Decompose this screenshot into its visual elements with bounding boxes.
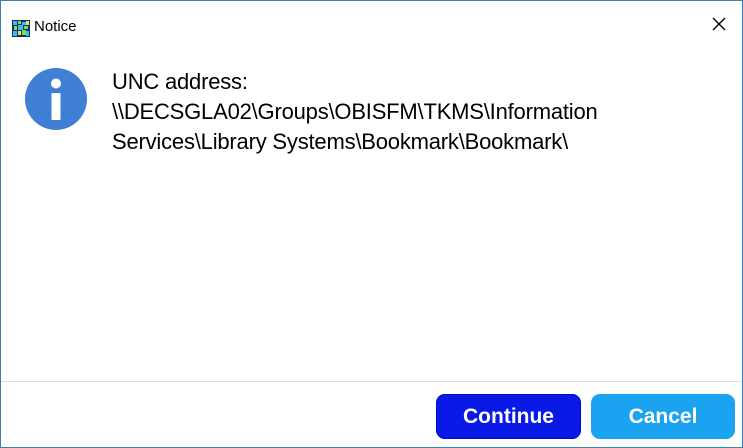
notice-dialog: Notice UNC address: \\DECSGLA02\Groups\O…: [0, 0, 743, 448]
dialog-content: UNC address: \\DECSGLA02\Groups\OBISFM\T…: [1, 47, 742, 381]
button-bar: Continue Cancel: [1, 382, 742, 447]
continue-button[interactable]: Continue: [436, 394, 581, 439]
message-line: Services\Library Systems\Bookmark\Bookma…: [112, 129, 568, 154]
message-line: UNC address:: [112, 69, 248, 94]
window-title: Notice: [34, 18, 77, 35]
cancel-button[interactable]: Cancel: [591, 394, 735, 439]
message-text: UNC address: \\DECSGLA02\Groups\OBISFM\T…: [112, 67, 732, 157]
title-bar[interactable]: Notice: [1, 1, 742, 47]
info-icon: [24, 67, 88, 131]
message-line: \\DECSGLA02\Groups\OBISFM\TKMS\Informati…: [112, 99, 598, 124]
app-icon: [12, 20, 30, 37]
close-button[interactable]: [696, 1, 742, 47]
close-icon: [712, 17, 726, 31]
